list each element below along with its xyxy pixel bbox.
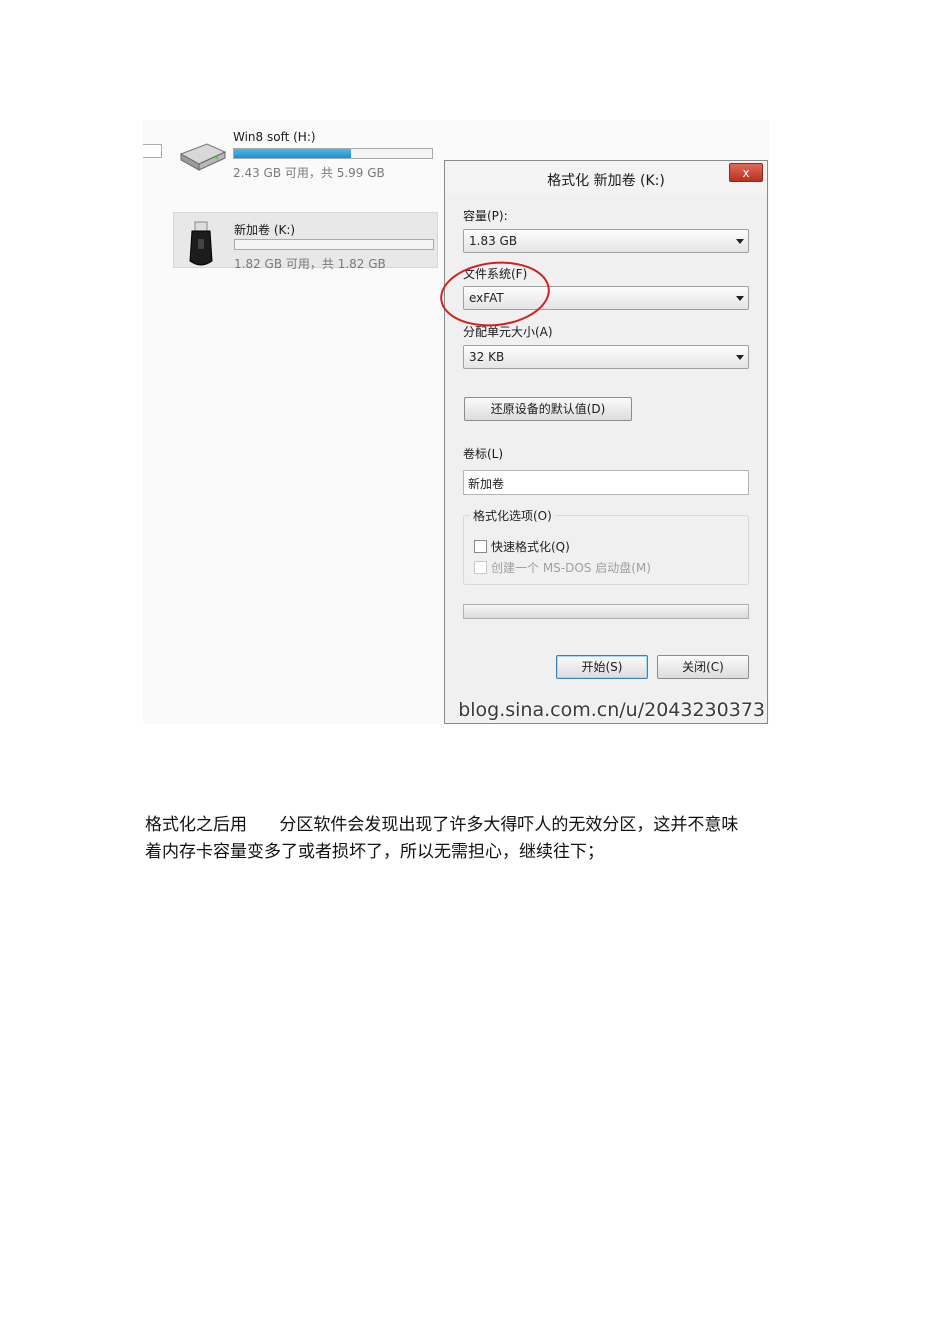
dialog-title: 格式化 新加卷 (K:) xyxy=(547,173,665,189)
drive-name: Win8 soft (H:) xyxy=(233,130,316,144)
checkbox-icon xyxy=(474,561,487,574)
drive-info: 1.82 GB 可用，共 1.82 GB xyxy=(234,257,386,271)
format-options-label: 格式化选项(O) xyxy=(470,507,555,524)
allocation-value: 32 KB xyxy=(469,350,505,364)
allocation-select[interactable]: 32 KB xyxy=(463,345,749,369)
drive-usage-bar xyxy=(233,148,433,159)
paragraph-line: 格式化之后用 分区软件会发现出现了许多大得吓人的无效分区，这并不意味 xyxy=(145,815,739,835)
volume-label-input[interactable]: 新加卷 xyxy=(463,470,749,495)
volume-label-label: 卷标(L) xyxy=(463,447,504,461)
drive-usage-bar xyxy=(234,239,434,250)
drive-item-k[interactable]: 新加卷 (K:) 1.82 GB 可用，共 1.82 GB xyxy=(173,212,438,271)
chevron-down-icon xyxy=(736,355,744,360)
checkbox-icon xyxy=(474,540,487,553)
restore-defaults-button[interactable]: 还原设备的默认值(D) xyxy=(464,397,632,421)
quick-format-label: 快速格式化(Q) xyxy=(491,540,570,554)
capacity-label: 容量(P): xyxy=(463,209,508,223)
format-progress-bar xyxy=(463,604,749,619)
drive-item-h[interactable]: Win8 soft (H:) 2.43 GB 可用，共 5.99 GB xyxy=(173,122,438,180)
drive-info: 2.43 GB 可用，共 5.99 GB xyxy=(233,166,385,180)
drive-usage-fill xyxy=(234,149,351,158)
close-button[interactable]: 关闭(C) xyxy=(657,655,749,679)
msdos-label: 创建一个 MS-DOS 启动盘(M) xyxy=(491,561,651,575)
volume-label-value: 新加卷 xyxy=(468,477,505,491)
capacity-value: 1.83 GB xyxy=(469,234,518,248)
format-dialog: 格式化 新加卷 (K:) x 容量(P): 1.83 GB 文件系统(F) ex… xyxy=(444,160,768,724)
capacity-select[interactable]: 1.83 GB xyxy=(463,229,749,253)
dialog-titlebar: 格式化 新加卷 (K:) x xyxy=(445,161,767,195)
msdos-checkbox[interactable]: 创建一个 MS-DOS 启动盘(M) xyxy=(474,559,651,576)
body-paragraph: 格式化之后用 分区软件会发现出现了许多大得吓人的无效分区，这并不意味 着内存卡容… xyxy=(145,812,815,866)
hard-drive-icon xyxy=(179,143,227,171)
screenshot-image: Win8 soft (H:) 2.43 GB 可用，共 5.99 GB 新加卷 … xyxy=(143,120,769,724)
watermark-text: blog.sina.com.cn/u/2043230373 xyxy=(458,699,765,721)
chevron-down-icon xyxy=(736,239,744,244)
usb-drive-icon xyxy=(189,221,213,266)
chevron-down-icon xyxy=(736,296,744,301)
paragraph-line: 着内存卡容量变多了或者损坏了，所以无需担心，继续往下； xyxy=(145,842,604,862)
start-button[interactable]: 开始(S) xyxy=(556,655,648,679)
quick-format-checkbox[interactable]: 快速格式化(Q) xyxy=(474,538,570,555)
partial-drive-icon xyxy=(143,144,162,158)
close-icon[interactable]: x xyxy=(729,163,763,182)
format-options-group: 格式化选项(O) 快速格式化(Q) 创建一个 MS-DOS 启动盘(M) xyxy=(463,507,749,585)
drive-name: 新加卷 (K:) xyxy=(234,223,296,237)
